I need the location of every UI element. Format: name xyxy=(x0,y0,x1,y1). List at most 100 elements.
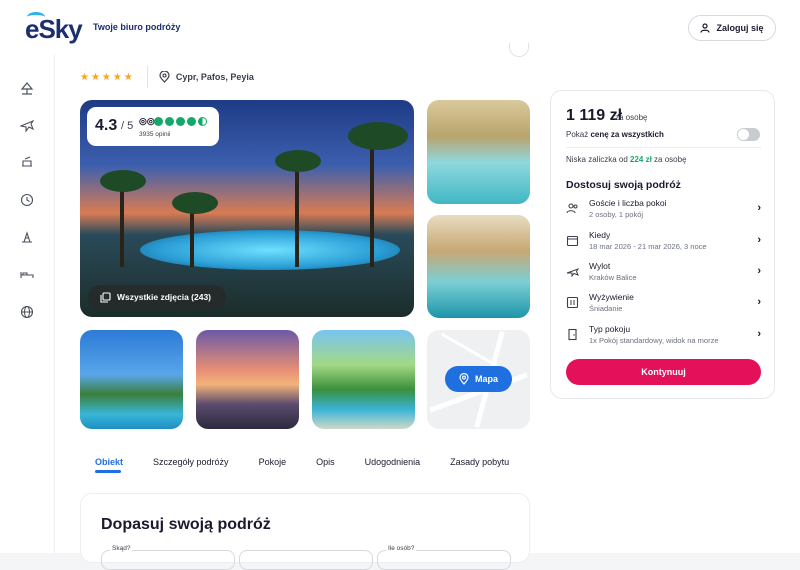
calendar-icon xyxy=(566,235,579,247)
meal-icon xyxy=(566,296,579,309)
palm-frond xyxy=(348,122,408,150)
palm-trunk xyxy=(295,157,299,267)
toggle-knob xyxy=(738,129,749,140)
rating-dot xyxy=(154,117,163,126)
all-photos-label: Wszystkie zdjęcia (243) xyxy=(117,292,212,302)
hotel-bed-icon[interactable] xyxy=(20,267,34,281)
plane-icon[interactable] xyxy=(20,118,34,132)
hotel-location[interactable]: Cypr, Pafos, Peyia xyxy=(159,71,254,83)
rating-score: 4.3 xyxy=(95,117,118,134)
option-departure[interactable]: Wylot Kraków Balice › xyxy=(566,261,761,289)
flight-hotel-icon[interactable] xyxy=(20,155,34,169)
option-title: Kiedy xyxy=(589,230,611,240)
tripadvisor-icon: ◎◎ xyxy=(139,116,155,126)
option-dates[interactable]: Kiedy 18 mar 2026 - 21 mar 2026, 3 noce … xyxy=(566,230,761,258)
hotel-stars: ★★★★★ xyxy=(80,71,135,83)
tab-obiekt[interactable]: Obiekt xyxy=(80,455,138,469)
option-board[interactable]: Wyżywienie Śniadanie › xyxy=(566,292,761,320)
chevron-right-icon: › xyxy=(757,265,761,277)
from-label: Skąd? xyxy=(110,545,133,552)
option-title: Wyżywienie xyxy=(589,292,634,302)
review-count: 3935 opinii xyxy=(139,131,171,138)
rating-card[interactable]: 4.3 / 5 ◎◎ 3935 opinii xyxy=(87,107,219,146)
hotel-rating-row: ★★★★★ Cypr, Pafos, Peyia xyxy=(80,65,254,89)
thumbnail-photo[interactable] xyxy=(312,330,415,429)
palm-frond xyxy=(100,170,146,192)
customize-title: Dostosuj swoją podróż xyxy=(566,179,681,191)
top-header: eSky Twoje biuro podróży Zaloguj się xyxy=(0,0,800,55)
deposit-amount: 224 zł xyxy=(630,155,652,164)
from-field[interactable] xyxy=(101,550,235,570)
chevron-right-icon: › xyxy=(757,202,761,214)
tab-udogodnienia[interactable]: Udogodnienia xyxy=(350,455,436,469)
esky-logo[interactable]: eSky xyxy=(25,12,83,45)
option-subtitle: 2 osoby, 1 pokój xyxy=(589,210,644,219)
price: 1 119 zł xyxy=(566,107,623,124)
user-icon xyxy=(700,23,711,33)
thumbnail-photo[interactable] xyxy=(427,215,530,318)
rating-max: / 5 xyxy=(121,120,134,132)
rating-dot-half xyxy=(198,117,207,126)
thumbnail-photo[interactable] xyxy=(427,100,530,204)
option-title: Goście i liczba pokoi xyxy=(589,198,667,208)
show-total-bold: cenę za wszystkich xyxy=(590,130,664,139)
people-field[interactable] xyxy=(377,550,511,570)
login-button[interactable]: Zaloguj się xyxy=(688,15,776,41)
option-title: Wylot xyxy=(589,261,611,271)
deposit-suffix: za osobę xyxy=(651,155,687,164)
option-guests[interactable]: Goście i liczba pokoi 2 osoby, 1 pokój › xyxy=(566,198,761,226)
rating-dot xyxy=(187,117,196,126)
option-subtitle: Kraków Balice xyxy=(589,273,637,282)
last-minute-icon[interactable] xyxy=(20,193,34,207)
palm-frond xyxy=(172,192,218,214)
gallery-icon xyxy=(100,291,111,303)
location-pin-icon xyxy=(159,71,170,83)
tab-opis[interactable]: Opis xyxy=(301,455,350,469)
location-pin-icon xyxy=(459,373,469,385)
left-sidebar xyxy=(0,55,55,553)
map-label: Mapa xyxy=(474,374,498,384)
location-text: Cypr, Pafos, Peyia xyxy=(175,72,254,82)
booking-panel: 1 119 zł za osobę Pokaż cenę za wszystki… xyxy=(550,90,775,399)
map-button[interactable]: Mapa xyxy=(445,366,512,392)
plane-departure-icon xyxy=(566,268,579,278)
chevron-right-icon: › xyxy=(757,296,761,308)
option-subtitle: 1x Pokój standardowy, widok na morze xyxy=(589,336,719,345)
price-unit: za osobę xyxy=(615,113,648,122)
people-label: Ile osób? xyxy=(386,545,417,552)
date-field[interactable] xyxy=(239,550,373,570)
thumbnail-photo[interactable] xyxy=(80,330,183,429)
divider xyxy=(146,66,148,88)
option-subtitle: 18 mar 2026 - 21 mar 2026, 3 noce xyxy=(589,242,707,251)
active-tab-indicator xyxy=(95,470,121,473)
all-photos-button[interactable]: Wszystkie zdjęcia (243) xyxy=(88,285,226,309)
door-icon xyxy=(568,328,577,341)
palm-frond xyxy=(275,150,321,172)
globe-icon[interactable] xyxy=(20,305,34,319)
rating-dot xyxy=(176,117,185,126)
pool-shape xyxy=(140,230,400,270)
continue-button[interactable]: Kontynuuj xyxy=(566,359,761,385)
login-label: Zaloguj się xyxy=(716,23,764,33)
option-subtitle: Śniadanie xyxy=(589,304,623,313)
chevron-right-icon: › xyxy=(757,328,761,340)
total-price-toggle[interactable] xyxy=(737,128,760,141)
tab-zasady-pobytu[interactable]: Zasady pobytu xyxy=(435,455,524,469)
tagline: Twoje biuro podróży xyxy=(93,22,181,32)
tab-pokoje[interactable]: Pokoje xyxy=(244,455,302,469)
logo-arc xyxy=(27,12,45,22)
thumbnail-photo[interactable] xyxy=(196,330,299,429)
option-room-type[interactable]: Typ pokoju 1x Pokój standardowy, widok n… xyxy=(566,324,761,352)
beach-icon[interactable] xyxy=(20,81,34,95)
rating-dot xyxy=(165,117,174,126)
tab-szczegoly-podrozy[interactable]: Szczegóły podróży xyxy=(138,455,244,469)
deposit-text: Niska zaliczka od 224 zł za osobę xyxy=(566,155,687,164)
deposit-prefix: Niska zaliczka od xyxy=(566,155,631,164)
divider xyxy=(566,147,761,148)
option-title: Typ pokoju xyxy=(589,324,631,334)
show-total-text: Pokaż cenę za wszystkich xyxy=(566,130,664,139)
show-total-prefix: Pokaż xyxy=(566,130,591,139)
section-tabs: Obiekt Szczegóły podróży Pokoje Opis Udo… xyxy=(80,455,524,469)
ski-icon[interactable] xyxy=(20,230,34,244)
section-title: Dopasuj swoją podróż xyxy=(101,516,271,533)
